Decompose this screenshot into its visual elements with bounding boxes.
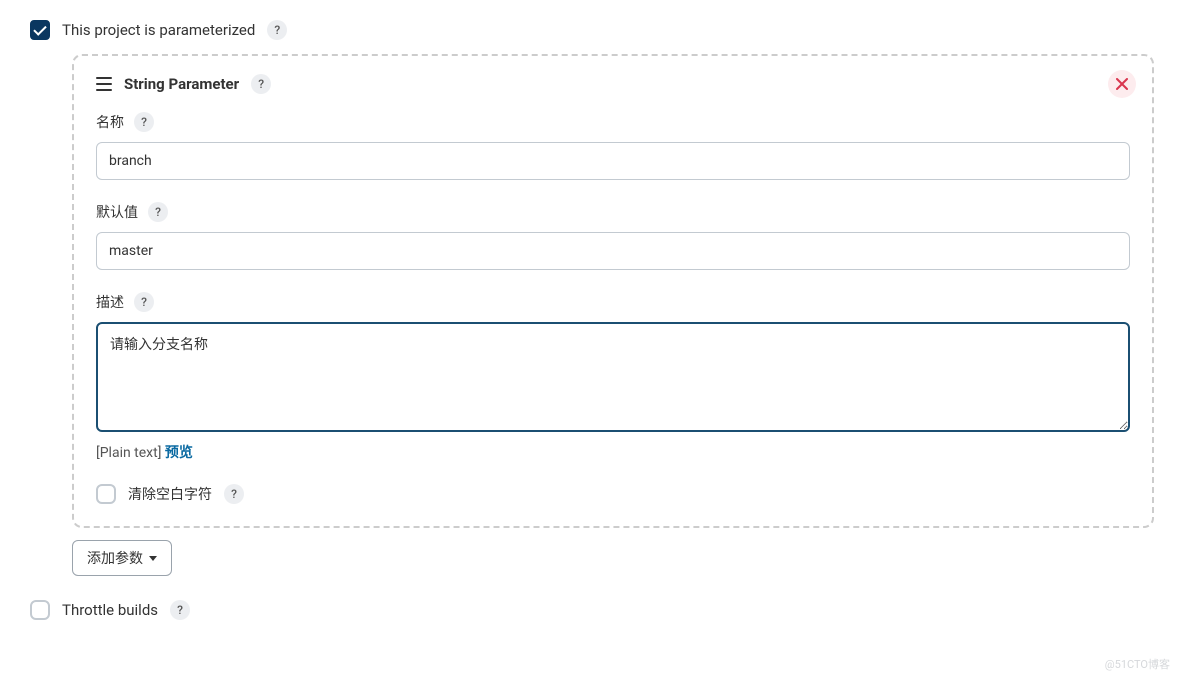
parameter-type-title: String Parameter — [124, 75, 239, 93]
help-icon[interactable]: ? — [134, 292, 154, 312]
default-field-group: 默认值 ? — [96, 202, 1130, 270]
description-label: 描述 — [96, 292, 124, 312]
default-label: 默认值 — [96, 202, 138, 222]
drag-handle-icon[interactable] — [96, 77, 112, 91]
help-icon[interactable]: ? — [134, 112, 154, 132]
default-input[interactable] — [96, 232, 1130, 270]
add-parameter-button[interactable]: 添加参数 — [72, 540, 172, 576]
help-icon[interactable]: ? — [224, 484, 244, 504]
format-indicator: [Plain text] — [96, 445, 161, 461]
preview-link[interactable]: 预览 — [165, 445, 193, 461]
trim-label: 清除空白字符 — [128, 484, 212, 504]
parameterized-label: This project is parameterized — [62, 21, 255, 39]
help-icon[interactable]: ? — [251, 74, 271, 94]
help-icon[interactable]: ? — [148, 202, 168, 222]
name-label: 名称 — [96, 112, 124, 132]
name-input[interactable] — [96, 142, 1130, 180]
parameterized-checkbox[interactable] — [30, 20, 50, 40]
description-textarea[interactable] — [96, 322, 1130, 432]
throttle-option-row: Throttle builds ? — [30, 600, 1154, 620]
description-field-group: 描述 ? [Plain text] 预览 — [96, 292, 1130, 462]
watermark: @51CTO博客 — [1105, 656, 1170, 672]
panel-header: String Parameter ? — [96, 74, 1130, 94]
close-icon — [1116, 78, 1128, 90]
name-field-group: 名称 ? — [96, 112, 1130, 180]
string-parameter-panel: String Parameter ? 名称 ? 默认值 ? — [72, 54, 1154, 528]
throttle-checkbox[interactable] — [30, 600, 50, 620]
throttle-label: Throttle builds — [62, 601, 158, 619]
remove-parameter-button[interactable] — [1108, 70, 1136, 98]
help-icon[interactable]: ? — [267, 20, 287, 40]
trim-field-group: 清除空白字符 ? — [96, 484, 1130, 504]
trim-checkbox[interactable] — [96, 484, 116, 504]
format-row: [Plain text] 预览 — [96, 442, 1130, 462]
parameters-section: String Parameter ? 名称 ? 默认值 ? — [72, 54, 1154, 576]
chevron-down-icon — [149, 556, 157, 561]
help-icon[interactable]: ? — [170, 600, 190, 620]
parameterized-option-row: This project is parameterized ? — [30, 20, 1154, 40]
add-parameter-label: 添加参数 — [87, 548, 143, 568]
